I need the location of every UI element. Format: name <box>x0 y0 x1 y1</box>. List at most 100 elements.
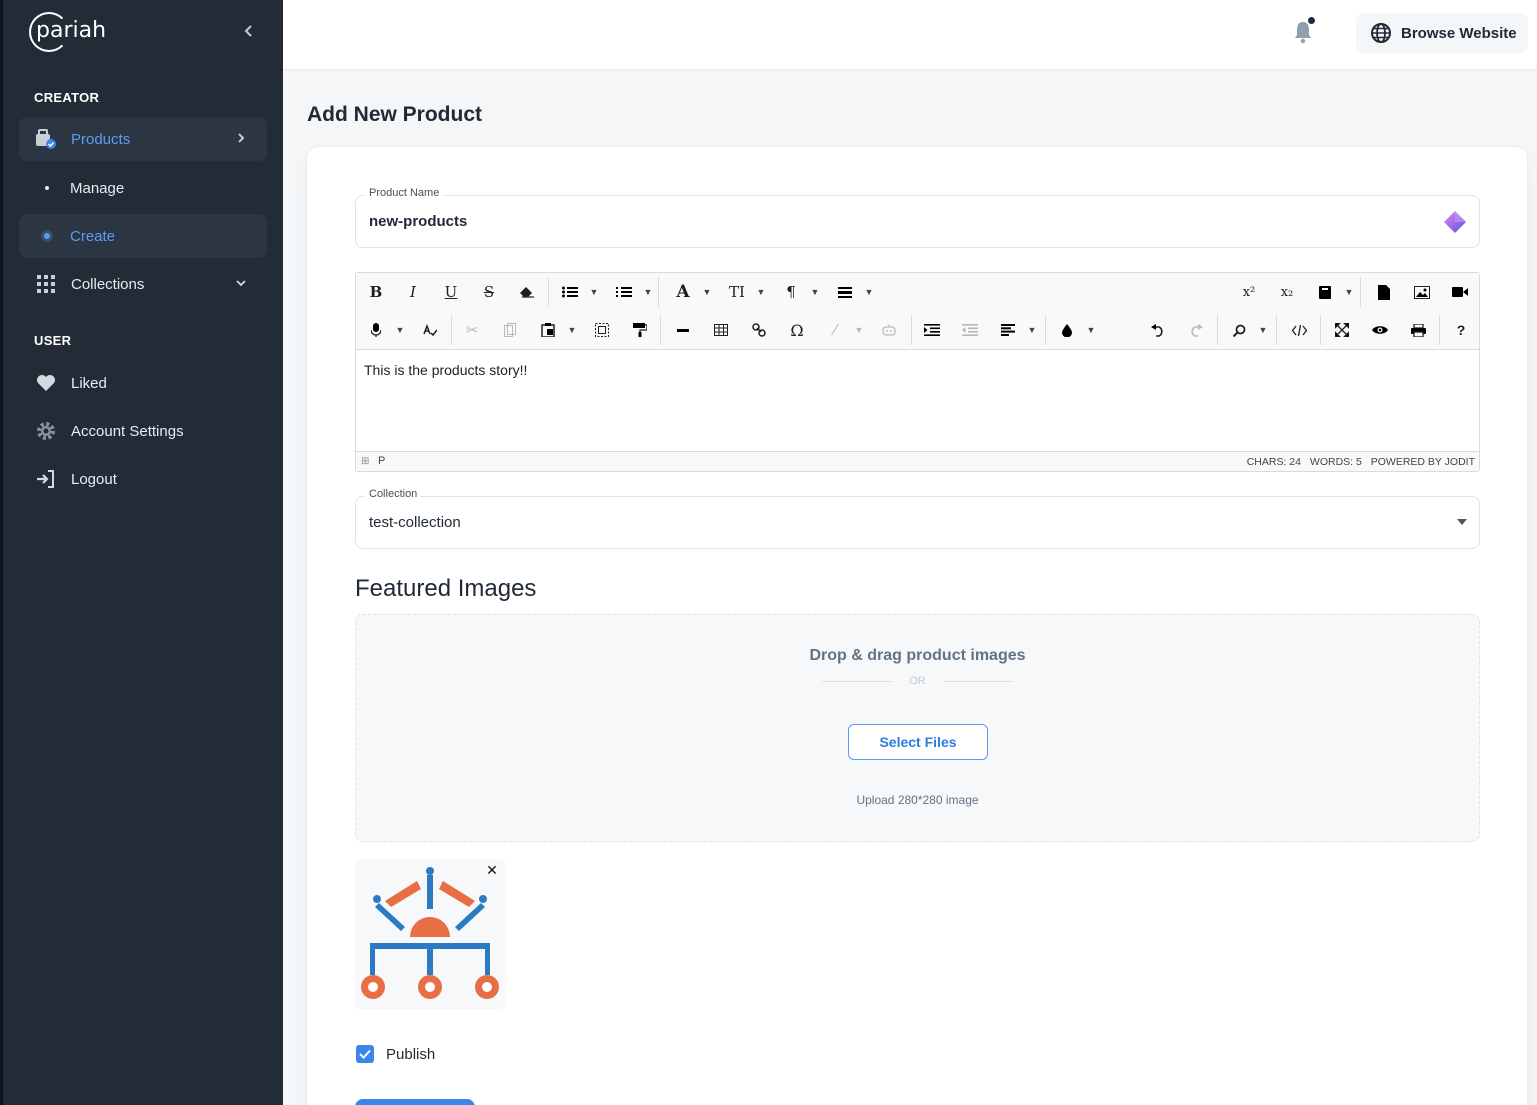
bold-button[interactable]: B <box>362 278 390 306</box>
notifications-button[interactable] <box>1292 17 1316 46</box>
chevron-down-icon[interactable]: ▼ <box>1026 316 1038 344</box>
chevron-down-icon[interactable]: ▼ <box>701 278 713 306</box>
chevron-down-icon[interactable]: ▼ <box>1343 278 1355 306</box>
align-button[interactable] <box>994 316 1022 344</box>
eraser-icon <box>520 287 534 298</box>
select-all-button[interactable] <box>588 316 616 344</box>
spellcheck-icon <box>423 324 437 336</box>
logo[interactable]: pariah <box>29 12 106 52</box>
find-button[interactable] <box>1225 316 1253 344</box>
sidebar-item-label: Logout <box>71 470 117 488</box>
eraser-button[interactable] <box>513 278 541 306</box>
ai-assistant-button[interactable] <box>875 316 903 344</box>
table-button[interactable] <box>707 316 735 344</box>
chevron-down-icon[interactable]: ▼ <box>588 278 600 306</box>
unordered-list-button[interactable] <box>556 278 584 306</box>
editor-content[interactable]: This is the products story!! <box>364 362 527 378</box>
chevron-down-icon[interactable]: ▼ <box>394 316 406 344</box>
chevron-down-icon[interactable]: ▼ <box>566 316 578 344</box>
browse-website-button[interactable]: Browse Website <box>1356 13 1528 53</box>
chevron-down-icon[interactable]: ▼ <box>1257 316 1269 344</box>
sidebar-item-logout[interactable]: Logout <box>19 457 267 501</box>
sidebar-item-label: Liked <box>71 374 107 392</box>
font-size-button[interactable]: TI <box>723 278 751 306</box>
cut-button[interactable]: ✂ <box>458 316 486 344</box>
preview-button[interactable] <box>1366 316 1394 344</box>
video-button[interactable] <box>1446 278 1474 306</box>
superscript-button[interactable]: x² <box>1235 278 1263 306</box>
sidebar-item-account-settings[interactable]: Account Settings <box>19 409 267 453</box>
outdent-button[interactable] <box>956 316 984 344</box>
chevron-down-icon[interactable]: ▼ <box>809 278 821 306</box>
list-icon <box>562 286 578 298</box>
redo-button[interactable] <box>1182 316 1210 344</box>
dropzone-or: OR <box>909 675 926 687</box>
link-button[interactable] <box>745 316 773 344</box>
chevron-down-icon[interactable]: ▼ <box>642 278 654 306</box>
product-name-field[interactable]: Product Name new-products <box>355 187 1480 248</box>
collection-select[interactable]: Collection test-collection <box>355 488 1480 549</box>
chevron-down-icon <box>231 274 251 294</box>
sidebar-item-products[interactable]: Products <box>19 117 267 161</box>
horizontal-rule-button[interactable] <box>669 316 697 344</box>
print-button[interactable] <box>1404 316 1432 344</box>
font-button[interactable]: A <box>669 278 697 306</box>
help-button[interactable]: ? <box>1447 316 1475 344</box>
clipboard-icon <box>541 323 555 337</box>
resize-icon[interactable]: ⊞ <box>361 456 369 467</box>
checkmark-icon <box>359 1049 371 1059</box>
search-icon <box>1232 324 1245 337</box>
chevron-down-icon[interactable]: ▼ <box>1085 316 1097 344</box>
paste-button[interactable] <box>534 316 562 344</box>
line-height-button[interactable] <box>831 278 859 306</box>
speech-button[interactable] <box>362 316 390 344</box>
products-icon <box>35 128 57 150</box>
fullscreen-button[interactable] <box>1328 316 1356 344</box>
powered-by-link[interactable]: POWERED BY JODIT <box>1371 456 1475 468</box>
logo-text: pariah <box>36 18 107 43</box>
underline-button[interactable]: U <box>437 278 465 306</box>
char-count: CHARS: 24 <box>1246 456 1301 468</box>
subscript-button[interactable]: x₂ <box>1273 278 1301 306</box>
sidebar-item-label: Products <box>71 130 131 148</box>
undo-button[interactable] <box>1144 316 1172 344</box>
chevron-down-icon[interactable]: ▼ <box>863 278 875 306</box>
chevron-down-icon[interactable]: ▼ <box>853 316 865 344</box>
paint-roller-icon <box>633 323 647 337</box>
ai-commands-button[interactable]: ⁄ <box>821 316 849 344</box>
spellcheck-button[interactable] <box>416 316 444 344</box>
sidebar-item-create[interactable]: Create <box>19 214 267 258</box>
collapse-sidebar-button[interactable] <box>237 20 261 44</box>
select-files-button[interactable]: Select Files <box>848 724 988 760</box>
notification-badge <box>1308 17 1315 24</box>
remove-image-button[interactable]: ✕ <box>485 863 499 877</box>
file-button[interactable] <box>1370 278 1398 306</box>
sidebar-item-liked[interactable]: Liked <box>19 361 267 405</box>
image-button[interactable] <box>1408 278 1436 306</box>
classname-button[interactable] <box>1311 278 1339 306</box>
paragraph-button[interactable]: ¶ <box>777 278 805 306</box>
image-dropzone[interactable]: Drop & drag product images OR Select Fil… <box>355 614 1480 842</box>
publish-checkbox[interactable] <box>356 1045 374 1063</box>
chevron-down-icon[interactable]: ▼ <box>755 278 767 306</box>
sidebar-item-manage[interactable]: Manage <box>19 166 267 210</box>
gem-icon[interactable] <box>1441 208 1469 236</box>
submit-button[interactable] <box>355 1099 475 1105</box>
droplet-icon <box>1062 323 1072 337</box>
sidebar-item-collections[interactable]: Collections <box>19 262 267 306</box>
copy-button[interactable] <box>496 316 524 344</box>
source-button[interactable] <box>1285 316 1313 344</box>
strikethrough-button[interactable]: S <box>475 278 503 306</box>
product-name-value[interactable]: new-products <box>369 213 467 230</box>
element-path[interactable]: P <box>378 455 385 467</box>
toolbar-divider <box>1439 315 1440 345</box>
brush-button[interactable] <box>1053 316 1081 344</box>
ordered-list-button[interactable] <box>610 278 638 306</box>
special-characters-button[interactable]: Ω <box>783 316 811 344</box>
format-painter-button[interactable] <box>626 316 654 344</box>
sidebar: pariah CREATOR Products Manage Create Co… <box>0 0 283 1105</box>
section-title-user: USER <box>34 333 72 348</box>
toolbar-divider <box>660 315 661 345</box>
indent-button[interactable] <box>918 316 946 344</box>
italic-button[interactable]: I <box>399 278 427 306</box>
